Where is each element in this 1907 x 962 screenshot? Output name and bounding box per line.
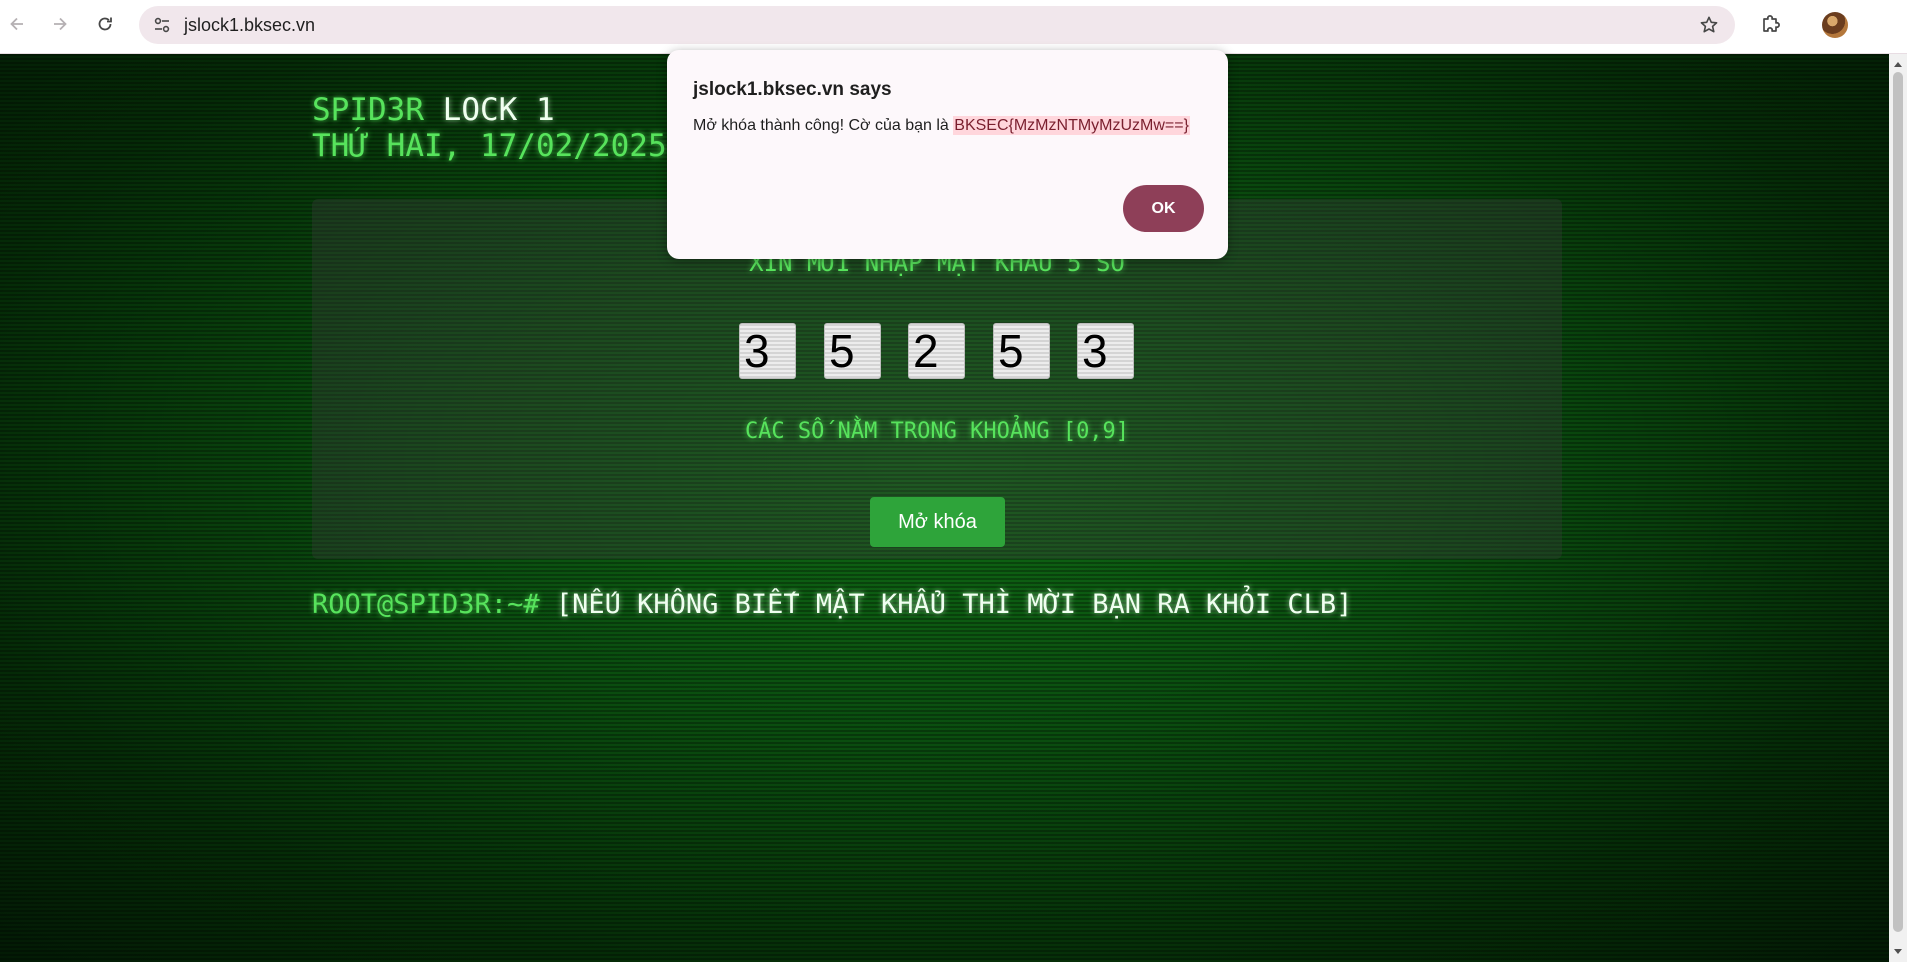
dialog-message: Mở khóa thành công! Cờ của bạn là BKSEC{… <box>693 116 1190 135</box>
reload-button[interactable] <box>89 8 121 40</box>
digit-input-3[interactable]: 2 <box>908 323 965 379</box>
digit-input-5[interactable]: 3 <box>1077 323 1134 379</box>
terminal-line: ROOT@SPID3R:~# [NẾU KHÔNG BIẾT MẬT KHẨU … <box>312 589 1352 620</box>
dialog-message-text: Mở khóa thành công! Cờ của bạn là <box>693 117 949 134</box>
page-title: SPID3R LOCK 1 <box>312 92 555 128</box>
alert-dialog: jslock1.bksec.vn says Mở khóa thành công… <box>667 50 1228 259</box>
digit-inputs: 3 5 2 5 3 <box>739 323 1139 379</box>
title-lock: LOCK 1 <box>442 92 555 128</box>
scrollbar-thumb[interactable] <box>1893 72 1903 932</box>
dialog-title: jslock1.bksec.vn says <box>693 79 892 100</box>
range-hint: CÁC SỐ NẰM TRONG KHOẢNG [0,9] <box>744 419 1130 444</box>
scroll-up-icon[interactable] <box>1894 62 1902 67</box>
reload-icon <box>98 17 112 31</box>
dialog-flag: BKSEC{MzMzNTMyMzUzMw==} <box>953 116 1190 135</box>
ok-button[interactable]: OK <box>1123 185 1204 232</box>
scroll-down-icon[interactable] <box>1894 949 1902 954</box>
tune-icon <box>154 17 170 33</box>
url-text[interactable]: jslock1.bksec.vn <box>184 15 315 36</box>
title-brand: SPID3R <box>312 92 424 128</box>
browser-toolbar: jslock1.bksec.vn <box>0 0 1907 54</box>
digit-input-2[interactable]: 5 <box>824 323 881 379</box>
unlock-button[interactable]: Mở khóa <box>870 497 1005 547</box>
terminal-prompt: ROOT@SPID3R:~# <box>312 589 540 620</box>
digit-input-1[interactable]: 3 <box>739 323 796 379</box>
arrow-right-icon <box>54 17 67 31</box>
bookmark-button[interactable] <box>1697 13 1721 37</box>
digit-input-4[interactable]: 5 <box>993 323 1050 379</box>
terminal-message: [NẾU KHÔNG BIẾT MẬT KHẨU THÌ MỜI BẠN RA … <box>555 589 1353 620</box>
page-scrollbar[interactable] <box>1889 54 1907 962</box>
avatar[interactable] <box>1822 12 1848 38</box>
forward-button[interactable] <box>44 8 76 40</box>
back-button[interactable] <box>1 8 33 40</box>
star-icon <box>1700 16 1718 33</box>
site-info-button[interactable] <box>148 11 176 39</box>
puzzle-icon <box>1763 15 1780 32</box>
address-bar[interactable]: jslock1.bksec.vn <box>139 6 1735 44</box>
extensions-button[interactable] <box>1756 9 1786 39</box>
page-date: THỨ HAI, 17/02/2025 <box>312 128 667 164</box>
arrow-left-icon <box>10 17 23 31</box>
